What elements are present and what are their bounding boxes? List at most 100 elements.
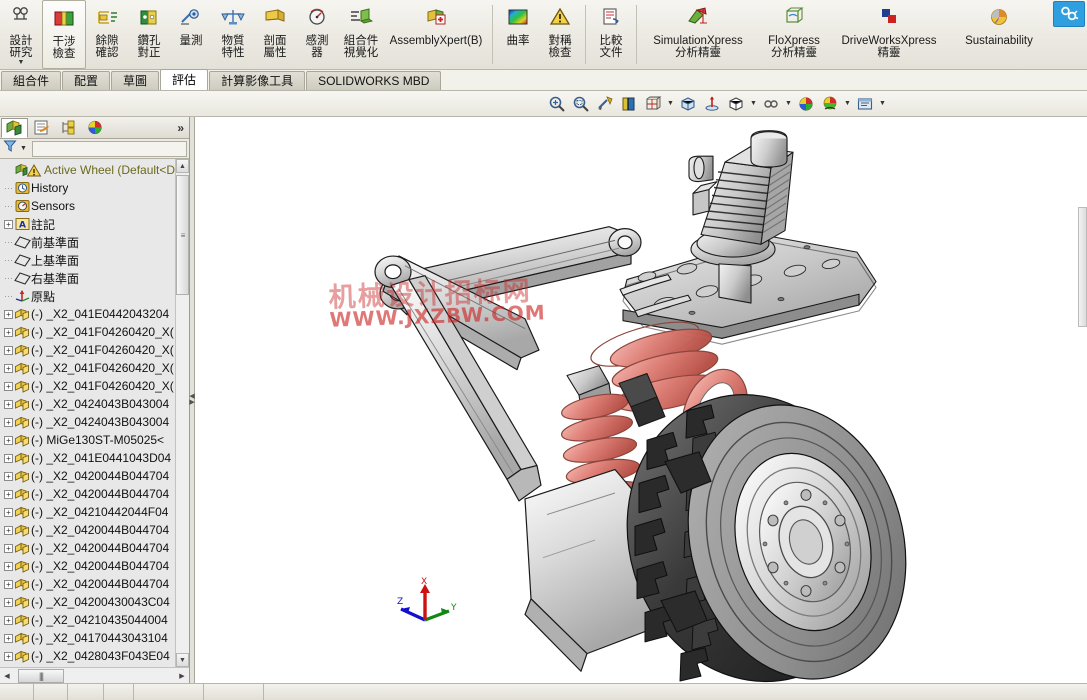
tree-component[interactable]: + (-) _X2_041F04260420_X( xyxy=(1,341,175,359)
ribbon-button-section-properties[interactable]: 剖面屬性 xyxy=(254,0,296,69)
scroll-up-arrow-icon[interactable]: ▲ xyxy=(176,159,189,173)
edit-appearance-icon[interactable] xyxy=(795,93,817,115)
tree-component[interactable]: + (-) _X2_041F04260420_X( xyxy=(1,359,175,377)
expand-toggle-icon[interactable]: + xyxy=(3,399,14,409)
tree-component[interactable]: + (-) _X2_0420044B044704 xyxy=(1,485,175,503)
tree-component[interactable]: + (-) _X2_0420044B044704 xyxy=(1,467,175,485)
expand-toggle-icon[interactable]: + xyxy=(3,471,14,481)
view-settings-icon[interactable] xyxy=(760,93,782,115)
tree-component[interactable]: + (-) _X2_04200430043C04 xyxy=(1,593,175,611)
tree-history[interactable]: ⋯ History xyxy=(1,179,175,197)
tab-render-tools[interactable]: 計算影像工具 xyxy=(209,71,306,90)
view-orientation-icon[interactable] xyxy=(642,93,664,115)
expand-toggle-icon[interactable]: + xyxy=(3,435,14,445)
ribbon-button-simulation-xpress[interactable]: SimulationXpress 分析精靈 xyxy=(641,0,755,69)
scrollbar-thumb[interactable]: ≡ xyxy=(176,175,189,295)
tab-solidworks-mbd[interactable]: SOLIDWORKS MBD xyxy=(306,71,442,90)
configuration-manager-tab[interactable] xyxy=(55,118,82,138)
ribbon-button-assembly-xpert[interactable]: AssemblyXpert(B) xyxy=(384,0,488,69)
zoom-to-fit-icon[interactable] xyxy=(546,93,568,115)
apply-scene-ball-icon[interactable] xyxy=(819,93,841,115)
display-style-icon[interactable] xyxy=(677,93,699,115)
tree-root[interactable]: Active Wheel (Default<D xyxy=(1,161,175,179)
hide-show-items-icon[interactable] xyxy=(701,93,723,115)
tree-component[interactable]: + (-) _X2_04210442044F04 xyxy=(1,503,175,521)
ribbon-button-mass-properties[interactable]: 物質特性 xyxy=(212,0,254,69)
section-view-icon[interactable] xyxy=(618,93,640,115)
tree-annotations[interactable]: + A 註記 xyxy=(1,215,175,233)
chevron-down-icon[interactable]: ▼ xyxy=(17,145,30,152)
tree-component[interactable]: + (-) _X2_0424043B043004 xyxy=(1,395,175,413)
expand-toggle-icon[interactable]: + xyxy=(3,615,14,625)
tab-layout[interactable]: 配置 xyxy=(62,71,111,90)
expand-toggle-icon[interactable]: + xyxy=(3,507,14,517)
tree-component[interactable]: + (-) _X2_041F04260420_X( xyxy=(1,377,175,395)
tree-component[interactable]: +(-) _X2_04120442044304 xyxy=(1,665,175,667)
scroll-right-arrow-icon[interactable]: ▶ xyxy=(175,669,189,683)
feature-manager-overflow-button[interactable]: » xyxy=(177,121,189,135)
ribbon-button-clearance-verification[interactable]: 餘隙確認 xyxy=(86,0,128,69)
scroll-left-arrow-icon[interactable]: ◀ xyxy=(0,669,14,683)
tree-component[interactable]: + (-) _X2_041E0441043D04 xyxy=(1,449,175,467)
tree-component[interactable]: + (-) _X2_041F04260420_X( xyxy=(1,323,175,341)
expand-toggle-icon[interactable]: + xyxy=(3,579,14,589)
expand-toggle-icon[interactable]: + xyxy=(3,327,14,337)
scrollbar-thumb-horizontal[interactable]: ||| xyxy=(18,668,64,683)
feature-tree[interactable]: Active Wheel (Default<D ⋯ History ⋯ Sensors +… xyxy=(0,159,175,667)
ribbon-button-compare-documents[interactable]: 比較文件 xyxy=(590,0,632,69)
expand-toggle-icon[interactable]: + xyxy=(3,381,14,391)
expand-toggle-icon[interactable]: + xyxy=(3,543,14,553)
filter-funnel-icon[interactable] xyxy=(3,139,17,158)
expand-toggle-icon[interactable]: + xyxy=(3,651,14,661)
feature-tree-vertical-scrollbar[interactable]: ▲ ≡ ▼ xyxy=(175,159,189,667)
expand-toggle-icon[interactable]: + xyxy=(3,525,14,535)
apply-scene-icon[interactable] xyxy=(725,93,747,115)
property-manager-tab[interactable] xyxy=(28,118,55,138)
ribbon-button-measure[interactable]: 量測 xyxy=(170,0,212,69)
tree-origin[interactable]: ⋯ 原點 xyxy=(1,287,175,305)
ribbon-button-hole-alignment[interactable]: 鑽孔對正 xyxy=(128,0,170,69)
viewport-layout-icon[interactable] xyxy=(854,93,876,115)
tree-sensors[interactable]: ⋯ Sensors xyxy=(1,197,175,215)
tree-component[interactable]: + (-) MiGe130ST-M05025< xyxy=(1,431,175,449)
expand-toggle-icon[interactable]: + xyxy=(3,597,14,607)
ribbon-button-design-study[interactable]: 設計研究 ▼ xyxy=(0,0,42,69)
feature-tree-horizontal-scrollbar[interactable]: ◀ ||| ▶ xyxy=(0,667,189,683)
ribbon-button-flo-xpress[interactable]: FloXpress 分析精靈 xyxy=(755,0,833,69)
previous-view-icon[interactable] xyxy=(594,93,616,115)
tree-component[interactable]: + (-) _X2_0420044B044704 xyxy=(1,539,175,557)
ribbon-button-driveworks-xpress[interactable]: DriveWorksXpress 精靈 xyxy=(833,0,945,69)
expand-toggle-icon[interactable]: + xyxy=(3,363,14,373)
expand-toggle-icon[interactable]: + xyxy=(3,219,14,229)
chevron-down-icon[interactable]: ▼ xyxy=(666,100,675,107)
expand-toggle-icon[interactable]: + xyxy=(3,561,14,571)
ribbon-button-symmetry-check[interactable]: 對稱檢查 xyxy=(539,0,581,69)
graphics-vertical-scrollbar[interactable] xyxy=(1078,207,1087,327)
chevron-down-icon[interactable]: ▼ xyxy=(749,100,758,107)
tree-component[interactable]: + (-) _X2_0420044B044704 xyxy=(1,557,175,575)
tree-right-plane[interactable]: ⋯ 右基準面 xyxy=(1,269,175,287)
tab-evaluate[interactable]: 評估 xyxy=(160,69,209,90)
tree-top-plane[interactable]: ⋯ 上基準面 xyxy=(1,251,175,269)
feature-tree-filter-input[interactable] xyxy=(31,140,187,157)
tree-component[interactable]: + (-) _X2_04170443043104 xyxy=(1,629,175,647)
tab-assembly[interactable]: 組合件 xyxy=(1,71,62,90)
chevron-down-icon[interactable]: ▼ xyxy=(843,100,852,107)
expand-toggle-icon[interactable]: + xyxy=(3,489,14,499)
ribbon-button-assembly-visualization[interactable]: 組合件視覺化 xyxy=(338,0,384,69)
ribbon-button-curvature[interactable]: 曲率 xyxy=(497,0,539,69)
scrollbar-track[interactable] xyxy=(176,295,189,653)
tree-component[interactable]: + (-) _X2_0428043F043E04 xyxy=(1,647,175,665)
display-manager-tab[interactable] xyxy=(82,118,109,138)
tree-component[interactable]: + (-) _X2_04210435044004 xyxy=(1,611,175,629)
ribbon-button-interference-detection[interactable]: 干涉檢查 xyxy=(42,0,86,69)
tree-component[interactable]: + (-) _X2_0424043B043004 xyxy=(1,413,175,431)
scroll-down-arrow-icon[interactable]: ▼ xyxy=(176,653,189,667)
expand-toggle-icon[interactable]: + xyxy=(3,417,14,427)
ribbon-button-sustainability[interactable]: Sustainability xyxy=(945,0,1053,69)
chevron-down-icon[interactable]: ▼ xyxy=(784,100,793,107)
expand-toggle-icon[interactable]: + xyxy=(3,453,14,463)
tree-component[interactable]: + (-) _X2_0420044B044704 xyxy=(1,521,175,539)
ribbon-button-sensor[interactable]: 感測器 xyxy=(296,0,338,69)
tree-component[interactable]: + (-) _X2_0420044B044704 xyxy=(1,575,175,593)
